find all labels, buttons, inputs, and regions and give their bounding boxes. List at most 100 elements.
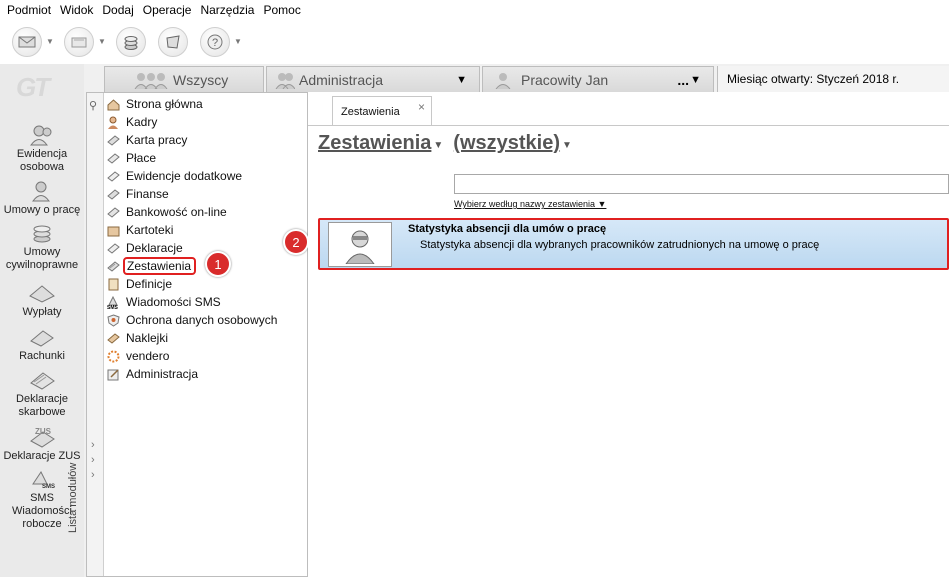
envelope-button[interactable] [12, 26, 42, 57]
menu-operacje[interactable]: Operacje [143, 3, 192, 17]
report-title: Statystyka absencji dla umów o pracę [408, 223, 607, 235]
money-icon [107, 152, 120, 164]
menu-pomoc[interactable]: Pomoc [263, 3, 300, 17]
module-administracja[interactable]: Administracja [107, 365, 277, 383]
coins-icon [124, 35, 138, 50]
chevron-down-icon[interactable]: ▼ [562, 140, 572, 151]
puzzle-icon [166, 34, 180, 49]
sms-icon: SMS [32, 471, 55, 490]
module-naklejki[interactable]: Naklejki [107, 329, 277, 347]
chevron-down-icon[interactable]: ▼ [456, 74, 467, 86]
group-icon [134, 72, 168, 89]
module-place[interactable]: Płace [107, 149, 277, 167]
sort-by-name-dropdown[interactable]: Wybierz według nazwy zestawienia ▼ [454, 199, 606, 209]
chevron-down-icon: ▼ [597, 199, 607, 209]
contract-icon [32, 181, 50, 202]
nav-umowy-o-prace[interactable]: Umowy o pracę [0, 180, 84, 217]
person-icon [345, 230, 375, 264]
module-list: Strona główna Kadry Karta pracy Płace Ew… [107, 95, 277, 383]
chevron-down-icon[interactable]: ▼ [234, 37, 244, 46]
module-kadry[interactable]: Kadry [107, 113, 277, 131]
open-month-label: Miesiąc otwarty: Styczeń 2018 r. [717, 66, 949, 92]
vendero-icon [107, 350, 120, 362]
tab-zestawienia[interactable]: Zestawienia × [332, 96, 432, 126]
module-kartoteki[interactable]: Kartoteki [107, 221, 277, 239]
svg-text:?: ? [212, 37, 218, 49]
help-button[interactable]: ? [200, 26, 230, 57]
chevron-down-icon[interactable]: ▼ [98, 37, 108, 46]
chevron-down-icon[interactable]: ▼ [433, 140, 443, 151]
nav-label: SMS Wiadomości robocze [12, 492, 72, 530]
chevron-down-icon[interactable]: ▼ [690, 74, 701, 86]
tab-label: Administracja [299, 71, 384, 88]
bill-icon [30, 330, 54, 347]
people-icon [108, 116, 118, 129]
coins-button[interactable] [116, 26, 146, 57]
card-icon [107, 134, 120, 146]
nav-umowy-cywilnoprawne[interactable]: Umowy cywilnoprawne [0, 222, 84, 272]
nav-wyplaty[interactable]: Wypłaty [0, 282, 84, 319]
page-title: Zestawienia ▼ (wszystkie) ▼ [318, 132, 582, 155]
menu-podmiot[interactable]: Podmiot [7, 3, 51, 17]
tab-label: Zestawienia [341, 105, 400, 118]
module-definicje[interactable]: Definicje [107, 275, 277, 293]
report-row[interactable]: Statystyka absencji dla umów o pracę Sta… [318, 218, 949, 270]
tab-wszyscy[interactable]: Wszyscy [104, 66, 264, 92]
menu-bar: Podmiot Widok Dodaj Operacje Narzędzia P… [0, 0, 949, 19]
admin-icon [107, 368, 119, 380]
nav-rachunki[interactable]: Rachunki [0, 326, 84, 363]
people-icon [30, 125, 52, 146]
svg-text:SMS: SMS [42, 484, 55, 490]
shield-icon [107, 313, 120, 327]
module-list-strip: ⚲ › › › Lista modułów [67, 93, 104, 576]
module-bankowosc[interactable]: Bankowość on-line [107, 203, 277, 221]
close-icon[interactable]: × [418, 100, 425, 114]
declaration-icon [107, 242, 120, 254]
module-ochrona-danych[interactable]: Ochrona danych osobowych [107, 311, 277, 329]
module-karta-pracy[interactable]: Karta pracy [107, 131, 277, 149]
main-area: Zestawienia × Zestawienia ▼ (wszystkie) … [308, 92, 949, 577]
module-zestawienia[interactable]: Zestawienia [107, 257, 277, 275]
menu-dodaj[interactable]: Dodaj [102, 3, 133, 17]
report-category-dropdown[interactable]: Zestawienia [318, 132, 431, 155]
tab-divider [308, 125, 949, 126]
nav-label: Umowy cywilnoprawne [5, 246, 79, 271]
nav-label: Ewidencja osobowa [16, 148, 68, 173]
annotation-badge-1: 1 [205, 251, 231, 277]
expand-arrows[interactable]: › › › [91, 438, 95, 483]
pin-icon[interactable]: ⚲ [89, 99, 97, 112]
report-search-input[interactable] [454, 174, 949, 194]
module-list-panel: ⚲ › › › Lista modułów Strona główna Kadry … [67, 92, 308, 577]
more-icon[interactable]: ... [677, 72, 689, 88]
module-ewidencje-dodatkowe[interactable]: Ewidencje dodatkowe [107, 167, 277, 185]
puzzle-button[interactable] [158, 26, 188, 57]
nav-label: Umowy o pracę [3, 204, 81, 216]
module-strona-glowna[interactable]: Strona główna [107, 95, 277, 113]
chevron-down-icon[interactable]: ▼ [46, 37, 56, 46]
menu-narzedzia[interactable]: Narzędzia [200, 3, 254, 17]
tab-administracja[interactable]: Administracja ▼ [266, 66, 480, 92]
sms-icon: SMS [107, 295, 119, 309]
tab-pracowity-jan[interactable]: Pracowity Jan ... ▼ [482, 66, 714, 92]
payout-icon [29, 285, 55, 303]
help-icon: ? [207, 34, 223, 49]
module-deklaracje[interactable]: Deklaracje [107, 239, 277, 257]
svg-text:ZUS: ZUS [35, 427, 52, 436]
home-icon [107, 98, 120, 110]
mail-button[interactable] [64, 26, 94, 57]
module-finanse[interactable]: Finanse [107, 185, 277, 203]
report-description: Statystyka absencji dla wybranych pracow… [420, 239, 820, 251]
report-filter-dropdown[interactable]: (wszystkie) [453, 132, 560, 155]
zus-icon: ZUS [30, 427, 55, 448]
sticker-icon [107, 332, 120, 344]
toolbar: ▼ ▼ ? ▼ [0, 19, 949, 64]
tax-icon [30, 372, 55, 390]
nav-ewidencja-osobowa[interactable]: Ewidencja osobowa [0, 124, 84, 174]
finance-icon [107, 188, 120, 200]
module-vendero[interactable]: vendero [107, 347, 277, 365]
module-wiadomosci-sms[interactable]: SMS Wiadomości SMS [107, 293, 277, 311]
menu-widok[interactable]: Widok [60, 3, 93, 17]
nav-deklaracje-skarbowe[interactable]: Deklaracje skarbowe [0, 369, 84, 419]
nav-label: Wypłaty [22, 306, 62, 318]
sort-label: Wybierz według nazwy zestawienia [454, 199, 595, 209]
